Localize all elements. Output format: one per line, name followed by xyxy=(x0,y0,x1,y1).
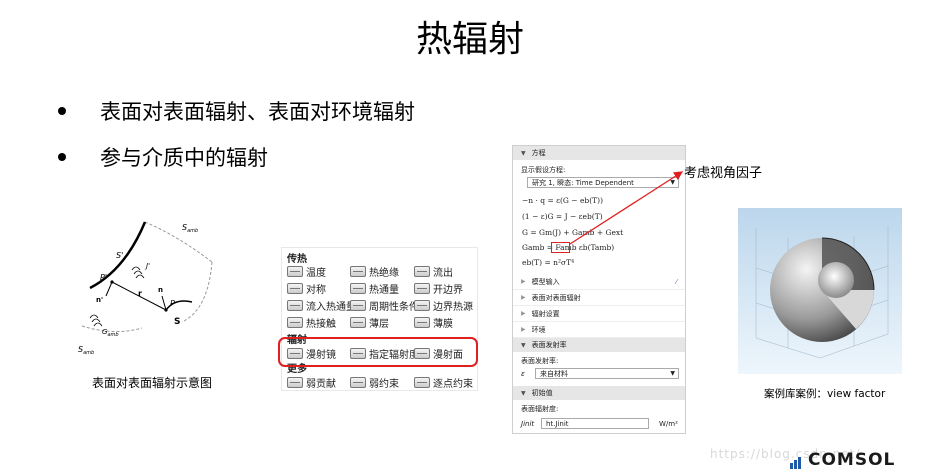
collapse-triangle-icon: ▼ xyxy=(521,341,526,349)
s-amb-boundary-top xyxy=(144,221,213,263)
expand-triangle-icon: ▶ xyxy=(521,310,526,317)
section-radiation-settings[interactable]: ▶ 辐射设置 xyxy=(513,306,685,322)
label-r: r xyxy=(138,289,142,298)
boundary-feature-panel: 传热 温度 热绝缘 流出 对称 热通量 开边界 流入热通量 周期性条件 边界热源… xyxy=(281,247,478,391)
feature-periodic-condition[interactable]: 周期性条件 xyxy=(350,298,419,313)
feature-inflow-heat-flux[interactable]: 流入热通量 xyxy=(287,298,356,313)
pin-icon: ⁄ xyxy=(675,277,677,286)
emissivity-label: 表面发射率: xyxy=(521,357,559,365)
bullet-text: 表面对表面辐射、表面对环境辐射 xyxy=(100,100,415,124)
expand-triangle-icon: ▶ xyxy=(521,294,526,301)
annotation-label: 考虑视角因子 xyxy=(684,166,763,181)
boundary-feature-icon xyxy=(414,283,430,294)
feature-thermal-contact[interactable]: 热接触 xyxy=(287,315,336,330)
annotation-arrow xyxy=(569,171,684,245)
boundary-feature-icon xyxy=(414,300,430,311)
boundary-feature-icon xyxy=(287,283,303,294)
comsol-brand: COMSOL xyxy=(808,450,896,470)
radiation-highlight-box xyxy=(278,337,478,367)
radiosity-input[interactable]: ht.Jinit xyxy=(541,418,649,429)
feature-boundary-heat-source[interactable]: 边界热源 xyxy=(414,298,473,313)
bullet-text: 参与介质中的辐射 xyxy=(100,146,268,170)
feature-thin-film[interactable]: 薄膜 xyxy=(414,315,453,330)
comsol-logo-icon xyxy=(790,454,804,469)
feature-weak-contribution[interactable]: 弱贡献 xyxy=(287,375,336,390)
boundary-feature-icon xyxy=(414,266,430,277)
radiosity-label: 表面辐射度: xyxy=(521,405,559,413)
arrow-icon xyxy=(569,171,684,245)
label-p: P xyxy=(170,299,175,308)
bullet-item: 参与介质中的辐射 xyxy=(58,142,268,172)
label-p-prime: P' xyxy=(100,273,107,282)
label-s-prime: S' xyxy=(116,251,123,260)
boundary-feature-icon xyxy=(287,317,303,328)
emissivity-symbol: ε xyxy=(521,370,525,378)
radiosity-unit: W/m² xyxy=(659,420,678,428)
point-p xyxy=(164,308,168,312)
view-factor-model-image xyxy=(738,208,902,374)
feature-weak-constraint[interactable]: 弱约束 xyxy=(350,375,399,390)
feature-outflow[interactable]: 流出 xyxy=(414,264,453,279)
collapse-triangle-icon: ▼ xyxy=(521,149,526,157)
radiosity-waves-icon xyxy=(131,266,145,279)
boundary-feature-icon xyxy=(287,266,303,277)
point-p-prime xyxy=(110,280,114,284)
label-n: n xyxy=(158,286,163,294)
radiation-diagram: Samb S' P' n' r P n S J' Gamb Samb xyxy=(78,221,213,356)
boundary-feature-icon xyxy=(350,266,366,277)
boundary-feature-icon xyxy=(350,300,366,311)
feature-thermal-insulation[interactable]: 热绝缘 xyxy=(350,264,399,279)
boundary-feature-icon xyxy=(350,377,366,388)
label-s: S xyxy=(174,317,180,327)
feature-temperature[interactable]: 温度 xyxy=(287,264,326,279)
boundary-feature-icon xyxy=(414,317,430,328)
emissivity-select[interactable]: 来自材料 ▼ xyxy=(535,368,679,379)
section-heat-transfer: 传热 xyxy=(287,254,307,265)
equation-line: eb(T) = n²σT⁴ xyxy=(522,258,575,267)
radiosity-symbol: Jinit xyxy=(521,420,535,428)
equation-label: 显示假设方程: xyxy=(521,166,566,174)
boundary-feature-icon xyxy=(350,283,366,294)
boundary-feature-icon xyxy=(350,317,366,328)
label-s-amb-top: Samb xyxy=(182,223,198,234)
dropdown-arrow-icon: ▼ xyxy=(670,370,675,377)
section-initial-values-header[interactable]: ▼ 初始值 xyxy=(513,386,685,400)
label-g-amb: Gamb xyxy=(102,328,119,338)
diagram-caption: 表面对表面辐射示意图 xyxy=(92,376,213,390)
section-s2s-radiation[interactable]: ▶ 表面对表面辐射 xyxy=(513,290,685,306)
boundary-feature-icon xyxy=(414,377,430,388)
feature-pointwise-constraint[interactable]: 逐点约束 xyxy=(414,375,473,390)
feature-open-boundary[interactable]: 开边界 xyxy=(414,281,463,296)
boundary-feature-icon xyxy=(287,377,303,388)
section-model-inputs[interactable]: ▶ 模型输入 ⁄ xyxy=(513,274,685,290)
feature-heat-flux[interactable]: 热通量 xyxy=(350,281,399,296)
section-emissivity-header[interactable]: ▼ 表面发射率 xyxy=(513,338,685,352)
expand-triangle-icon: ▶ xyxy=(521,326,526,333)
bullet-dot-icon xyxy=(58,153,66,161)
bullet-dot-icon xyxy=(58,107,66,115)
collapse-triangle-icon: ▼ xyxy=(521,389,526,397)
label-j-prime: J' xyxy=(144,262,150,270)
case-caption: 案例库案例：view factor xyxy=(764,388,886,400)
boundary-feature-icon xyxy=(287,300,303,311)
inner-sphere-icon xyxy=(818,262,854,298)
s-amb-boundary-right xyxy=(181,261,213,323)
normal-n-prime xyxy=(105,281,113,297)
label-n-prime: n' xyxy=(96,296,103,304)
section-equation-header[interactable]: ▼ 方程 xyxy=(513,146,685,160)
section-ambient[interactable]: ▶ 环境 xyxy=(513,322,685,338)
slide-title: 热辐射 xyxy=(415,19,524,60)
bullet-item: 表面对表面辐射、表面对环境辐射 xyxy=(58,96,415,126)
expand-triangle-icon: ▶ xyxy=(521,278,526,285)
feature-symmetry[interactable]: 对称 xyxy=(287,281,326,296)
ambient-waves-icon xyxy=(89,314,103,327)
s-amb-boundary-bottom xyxy=(81,325,143,332)
feature-thin-layer[interactable]: 薄层 xyxy=(350,315,389,330)
label-s-amb-bottom: Samb xyxy=(78,345,94,356)
